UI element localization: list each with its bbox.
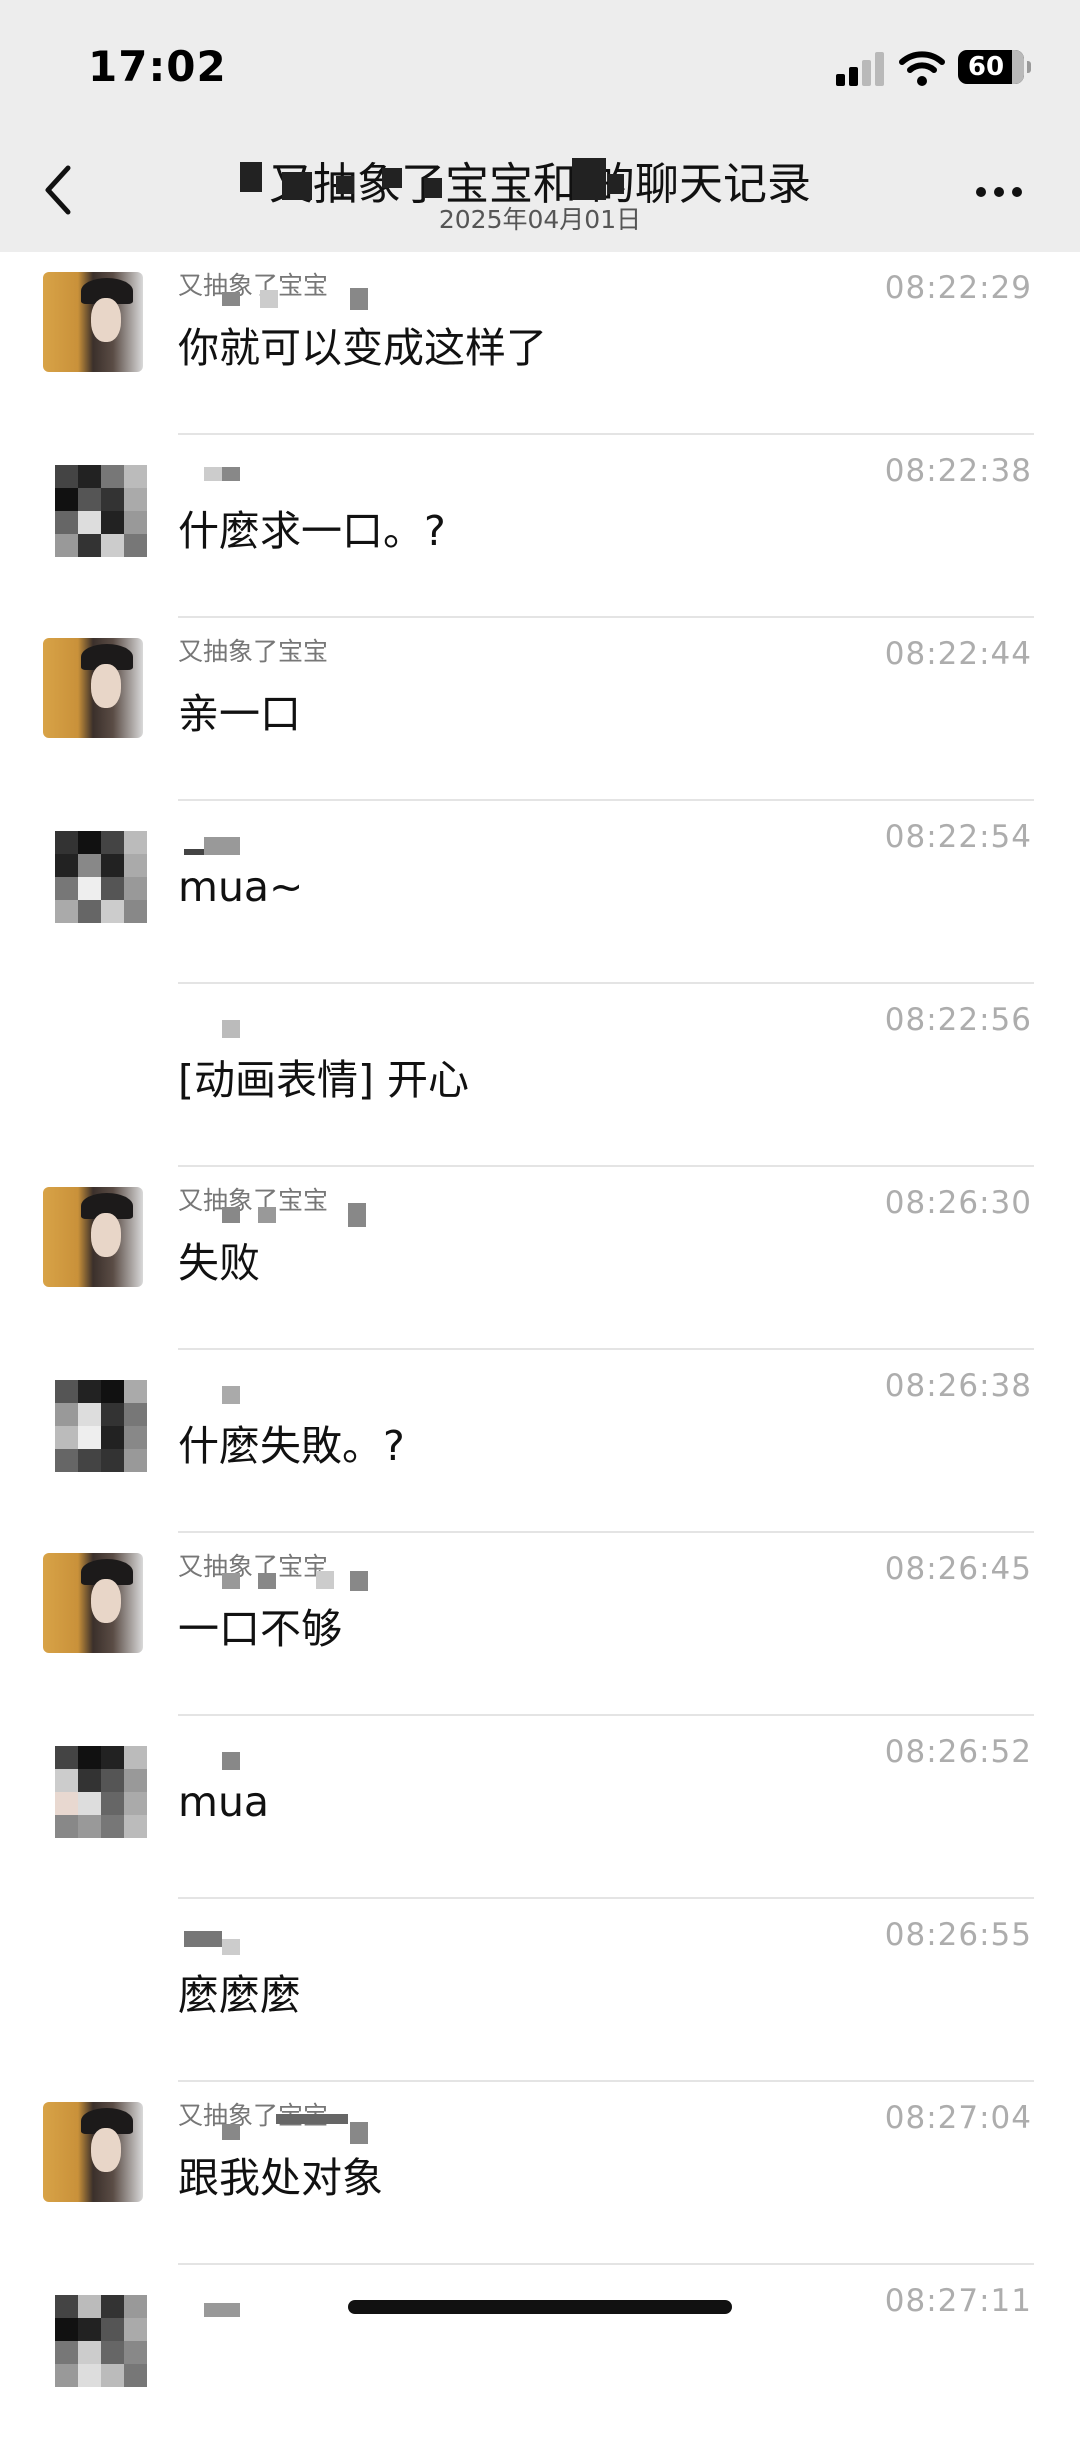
name-censor-block <box>222 1207 240 1223</box>
sender-name <box>178 1364 398 1404</box>
list-item: 08:27:11 <box>0 2265 1080 2448</box>
message-time: 08:26:30 <box>884 1185 1032 1221</box>
list-item: 又抽象了宝宝 08:22:44 亲一口 <box>0 618 1080 801</box>
home-indicator[interactable] <box>348 2300 732 2314</box>
name-censor-block <box>222 467 240 481</box>
message-text: 跟我处对象 <box>178 2154 383 2202</box>
name-censor-block <box>184 1931 222 1947</box>
name-censor-block <box>222 1020 240 1038</box>
list-item: 08:26:38 什麼失敗。? <box>0 1350 1080 1533</box>
avatar[interactable] <box>55 1380 147 1472</box>
list-item: 08:22:54 mua~ <box>0 801 1080 984</box>
message-time: 08:27:11 <box>884 2283 1032 2319</box>
chat-history-list[interactable]: 又抽象了宝宝 08:22:29 你就可以变成这样了 08:22:38 什麼求一口… <box>0 252 1080 2448</box>
name-censor-block <box>258 1207 276 1223</box>
list-item: 又抽象了宝宝 08:26:45 一口不够 <box>0 1533 1080 1716</box>
battery-level: 60 <box>967 52 1005 82</box>
name-censor-block <box>222 1939 240 1955</box>
message-text: mua~ <box>178 863 304 911</box>
title-censor-block <box>572 158 606 200</box>
message-time: 08:26:45 <box>884 1551 1032 1587</box>
avatar[interactable] <box>55 465 147 557</box>
avatar[interactable] <box>43 1187 143 1287</box>
message-time: 08:22:54 <box>884 819 1032 855</box>
name-censor-block <box>204 467 222 481</box>
list-item: 08:26:55 麼麼麼 <box>0 1899 1080 2082</box>
title-censor-block <box>608 174 624 194</box>
title-censor-block <box>382 168 402 188</box>
title-censor-block <box>424 178 442 198</box>
avatar[interactable] <box>55 1746 147 1838</box>
name-censor-block <box>222 1752 240 1770</box>
name-censor-block <box>222 292 240 306</box>
avatar[interactable] <box>43 638 143 738</box>
name-censor-block <box>276 2114 348 2124</box>
message-time: 08:26:55 <box>884 1917 1032 1953</box>
name-censor-block <box>316 1571 334 1589</box>
message-time: 08:26:52 <box>884 1734 1032 1770</box>
name-censor-block <box>350 1571 368 1591</box>
message-text: 一口不够 <box>178 1605 342 1653</box>
wifi-icon <box>899 51 945 86</box>
name-censor-block <box>260 290 278 308</box>
name-censor-block <box>204 2303 240 2317</box>
name-censor-block <box>350 2122 368 2144</box>
message-text: 亲一口 <box>178 690 301 738</box>
avatar[interactable] <box>43 272 143 372</box>
name-censor-block <box>258 1573 276 1589</box>
message-text: 失败 <box>178 1239 260 1287</box>
title-censor-block <box>282 172 312 200</box>
title-censor-block <box>240 162 262 192</box>
message-time: 08:22:29 <box>884 270 1032 306</box>
name-censor-block <box>350 288 368 310</box>
name-censor-block <box>204 837 240 855</box>
sender-name <box>178 1730 398 1770</box>
message-text: 你就可以变成这样了 <box>178 324 547 372</box>
list-item: 08:22:38 什麼求一口。? <box>0 435 1080 618</box>
battery-icon: 60 <box>958 50 1031 84</box>
message-time: 08:26:38 <box>884 1368 1032 1404</box>
message-time: 08:22:56 <box>884 1002 1032 1038</box>
message-text: 什麼失敗。? <box>178 1422 405 1470</box>
message-text: mua <box>178 1778 270 1826</box>
name-censor-block <box>184 849 204 855</box>
title-censor-block <box>336 176 354 194</box>
list-item: 又抽象了宝宝 08:27:04 跟我处对象 <box>0 2082 1080 2265</box>
avatar[interactable] <box>43 1553 143 1653</box>
name-censor-block <box>348 1203 366 1227</box>
sender-name: 又抽象了宝宝 <box>178 637 329 666</box>
status-time: 17:02 <box>88 42 227 91</box>
message-time: 08:22:44 <box>884 636 1032 672</box>
more-options-icon[interactable] <box>976 172 1028 212</box>
avatar[interactable] <box>55 831 147 923</box>
name-censor-block <box>222 1386 240 1404</box>
message-text: [动画表情] 开心 <box>178 1056 470 1104</box>
list-item: 又抽象了宝宝 08:26:30 失败 <box>0 1167 1080 1350</box>
name-censor-block <box>222 2124 240 2140</box>
page-date: 2025年04月01日 <box>438 205 642 234</box>
list-item: 08:26:52 mua <box>0 1716 1080 1899</box>
cellular-signal-icon <box>836 52 884 86</box>
back-arrow-icon[interactable] <box>36 160 80 220</box>
name-censor-block <box>222 1573 240 1589</box>
sender-name <box>178 998 398 1038</box>
avatar[interactable] <box>55 2295 147 2387</box>
message-time: 08:27:04 <box>884 2100 1032 2136</box>
list-item: 08:22:56 [动画表情] 开心 <box>0 984 1080 1167</box>
top-bar: 17:02 60 又抽象了宝宝和 的聊天记录 2025年04月01日 <box>0 0 1080 252</box>
list-item: 又抽象了宝宝 08:22:29 你就可以变成这样了 <box>0 252 1080 435</box>
avatar[interactable] <box>43 2102 143 2202</box>
message-time: 08:22:38 <box>884 453 1032 489</box>
message-text: 麼麼麼 <box>178 1971 301 2019</box>
message-text: 什麼求一口。? <box>178 507 446 555</box>
